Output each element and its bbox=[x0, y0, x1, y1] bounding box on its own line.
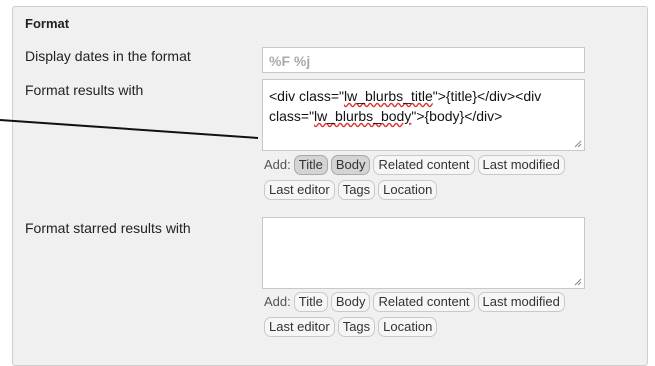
starred-add-row-2: Last editor Tags Location bbox=[264, 317, 440, 337]
date-format-placeholder: %F %j bbox=[269, 53, 311, 69]
starred-add-body-button[interactable]: Body bbox=[330, 292, 371, 312]
add-last-modified-button[interactable]: Last modified bbox=[477, 155, 565, 175]
add-body-button[interactable]: Body bbox=[330, 155, 371, 175]
starred-add-related-content-button[interactable]: Related content bbox=[373, 292, 475, 312]
starred-add-tags-button[interactable]: Tags bbox=[337, 317, 376, 337]
resize-grip-icon[interactable] bbox=[574, 278, 582, 286]
resize-grip-icon[interactable] bbox=[574, 140, 582, 148]
results-format-line-1: <div class="lw_blurbs_title">{title}</di… bbox=[269, 88, 542, 104]
results-add-row-2: Last editor Tags Location bbox=[264, 180, 440, 200]
starred-add-last-modified-button[interactable]: Last modified bbox=[477, 292, 565, 312]
results-add-row: Add: Title Body Related content Last modifie… bbox=[264, 155, 568, 175]
section-title: Format bbox=[25, 16, 70, 31]
date-format-label: Display dates in the format bbox=[25, 48, 191, 64]
starred-format-textarea[interactable] bbox=[262, 217, 585, 289]
add-tags-button[interactable]: Tags bbox=[337, 180, 376, 200]
add-title-button[interactable]: Title bbox=[293, 155, 328, 175]
results-format-line-2: class="lw_blurbs_body">{body}</div> bbox=[269, 108, 503, 124]
add-location-button[interactable]: Location bbox=[378, 180, 438, 200]
add-related-content-button[interactable]: Related content bbox=[373, 155, 475, 175]
starred-add-title-button[interactable]: Title bbox=[293, 292, 328, 312]
results-format-textarea[interactable]: <div class="lw_blurbs_title">{title}</di… bbox=[262, 79, 585, 151]
starred-add-last-editor-button[interactable]: Last editor bbox=[264, 317, 335, 337]
results-format-label: Format results with bbox=[25, 82, 144, 98]
starred-format-label: Format starred results with bbox=[25, 220, 191, 236]
starred-add-row: Add: Title Body Related content Last modifie… bbox=[264, 292, 568, 312]
starred-add-location-button[interactable]: Location bbox=[378, 317, 438, 337]
add-last-editor-button[interactable]: Last editor bbox=[264, 180, 335, 200]
date-format-input[interactable]: %F %j bbox=[262, 47, 585, 73]
